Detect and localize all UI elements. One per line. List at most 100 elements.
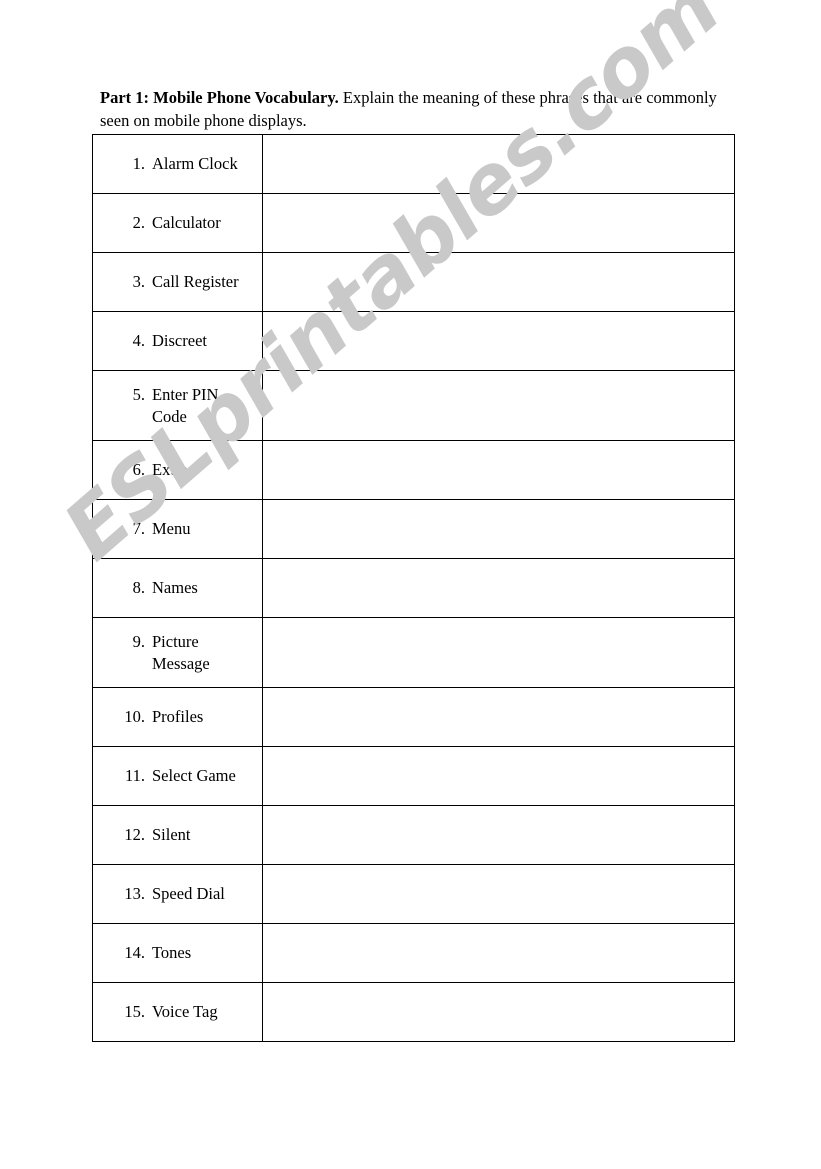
term-label: Speed Dial: [152, 884, 225, 904]
answer-cell[interactable]: [262, 746, 735, 806]
answer-cell[interactable]: [262, 370, 735, 441]
term-inner: 7. Menu: [93, 518, 262, 540]
answer-text: [263, 581, 734, 595]
term-inner: 12. Silent: [93, 824, 262, 846]
term-cell: 3. Call Register: [92, 252, 263, 312]
term-number: 13.: [124, 884, 145, 904]
table-row: 11. Select Game: [92, 746, 735, 806]
answer-cell[interactable]: [262, 440, 735, 500]
answer-text: [263, 522, 734, 536]
answer-cell[interactable]: [262, 311, 735, 371]
term-number: 9.: [132, 631, 145, 651]
term-number: 2.: [132, 213, 145, 233]
answer-cell[interactable]: [262, 193, 735, 253]
term-inner: 14. Tones: [93, 942, 262, 964]
table-row: 8. Names: [92, 558, 735, 618]
term-label: Picture Message: [152, 631, 210, 673]
term-cell: 1. Alarm Clock: [92, 134, 263, 194]
term-inner: 2. Calculator: [93, 212, 262, 234]
term-inner: 5. Enter PIN Code: [93, 384, 262, 428]
answer-cell[interactable]: [262, 982, 735, 1042]
term-label: Extras: [152, 460, 195, 480]
answer-text: [263, 399, 734, 413]
answer-text: [263, 463, 734, 477]
term-label: Enter PIN Code: [152, 384, 219, 426]
answer-cell[interactable]: [262, 252, 735, 312]
answer-text: [263, 157, 734, 171]
term-label: Discreet: [152, 331, 207, 351]
term-cell: 10. Profiles: [92, 687, 263, 747]
term-inner: 11. Select Game: [93, 765, 262, 787]
answer-cell[interactable]: [262, 805, 735, 865]
term-inner: 3. Call Register: [93, 271, 262, 293]
instructions-heading: Part 1: Mobile Phone Vocabulary.: [100, 87, 339, 107]
table-row: 15. Voice Tag: [92, 982, 735, 1042]
table-row: 6. Extras: [92, 440, 735, 500]
term-number: 12.: [124, 825, 145, 845]
term-number: 14.: [124, 943, 145, 963]
table-row: 14. Tones: [92, 923, 735, 983]
term-label: Alarm Clock: [152, 154, 238, 174]
table-row: 7. Menu: [92, 499, 735, 559]
term-cell: 6. Extras: [92, 440, 263, 500]
term-number: 4.: [132, 331, 145, 351]
answer-cell[interactable]: [262, 499, 735, 559]
term-number: 5.: [132, 384, 145, 404]
term-number: 11.: [124, 766, 145, 786]
term-cell: 14. Tones: [92, 923, 263, 983]
answer-cell[interactable]: [262, 134, 735, 194]
term-inner: 9. Picture Message: [93, 631, 262, 675]
answer-cell[interactable]: [262, 923, 735, 983]
term-number: 8.: [132, 578, 145, 598]
answer-text: [263, 946, 734, 960]
term-cell: 5. Enter PIN Code: [92, 370, 263, 441]
term-label: Call Register: [152, 272, 239, 292]
term-cell: 15. Voice Tag: [92, 982, 263, 1042]
term-inner: 13. Speed Dial: [93, 883, 262, 905]
term-number: 15.: [124, 1002, 145, 1022]
table-row: 1. Alarm Clock: [92, 134, 735, 194]
term-label: Profiles: [152, 707, 204, 727]
term-number: 3.: [132, 272, 145, 292]
term-label: Select Game: [152, 766, 236, 786]
term-cell: 4. Discreet: [92, 311, 263, 371]
table-row: 3. Call Register: [92, 252, 735, 312]
answer-text: [263, 887, 734, 901]
term-inner: 6. Extras: [93, 459, 262, 481]
term-inner: 8. Names: [93, 577, 262, 599]
table-row: 10. Profiles: [92, 687, 735, 747]
answer-text: [263, 334, 734, 348]
term-cell: 2. Calculator: [92, 193, 263, 253]
answer-text: [263, 1005, 734, 1019]
term-label: Silent: [152, 825, 191, 845]
term-label: Names: [152, 578, 198, 598]
answer-text: [263, 828, 734, 842]
term-cell: 7. Menu: [92, 499, 263, 559]
answer-text: [263, 216, 734, 230]
table-row: 13. Speed Dial: [92, 864, 735, 924]
answer-text: [263, 275, 734, 289]
vocabulary-table: 1. Alarm Clock 2. Calculator 3. Call Register…: [92, 134, 735, 1042]
term-cell: 13. Speed Dial: [92, 864, 263, 924]
term-number: 7.: [132, 519, 145, 539]
instructions-paragraph: Part 1: Mobile Phone Vocabulary. Explain…: [100, 86, 735, 133]
answer-cell[interactable]: [262, 617, 735, 688]
table-row: 12. Silent: [92, 805, 735, 865]
term-cell: 8. Names: [92, 558, 263, 618]
term-cell: 9. Picture Message: [92, 617, 263, 688]
answer-cell[interactable]: [262, 864, 735, 924]
term-number: 1.: [132, 154, 145, 174]
term-label: Calculator: [152, 213, 221, 233]
answer-text: [263, 710, 734, 724]
answer-cell[interactable]: [262, 558, 735, 618]
table-row: 9. Picture Message: [92, 617, 735, 688]
term-number: 10.: [124, 707, 145, 727]
term-label: Tones: [152, 943, 192, 963]
vocabulary-table-body: 1. Alarm Clock 2. Calculator 3. Call Register…: [92, 134, 735, 1042]
table-row: 2. Calculator: [92, 193, 735, 253]
answer-cell[interactable]: [262, 687, 735, 747]
term-inner: 15. Voice Tag: [93, 1001, 262, 1023]
table-row: 5. Enter PIN Code: [92, 370, 735, 441]
table-row: 4. Discreet: [92, 311, 735, 371]
term-cell: 12. Silent: [92, 805, 263, 865]
